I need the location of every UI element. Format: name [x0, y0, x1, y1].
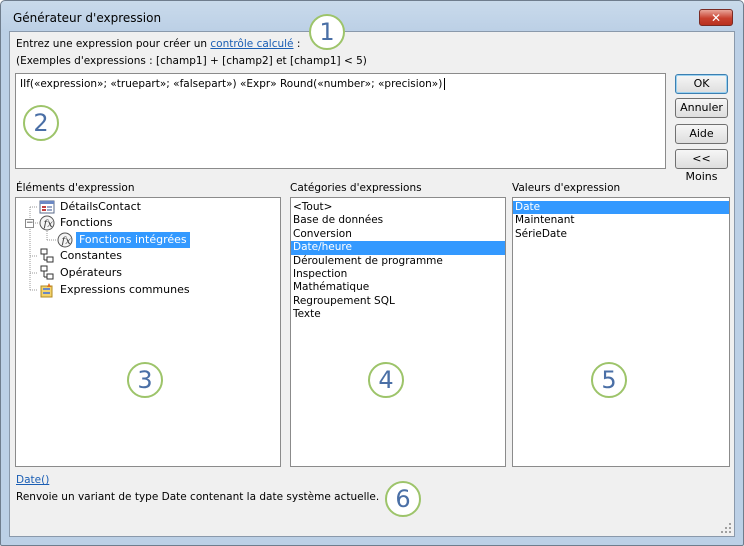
text-cursor — [444, 78, 446, 90]
calculated-control-link[interactable]: contrôle calculé — [210, 38, 293, 50]
intro-text: Entrez une expression pour créer un cont… — [16, 38, 300, 50]
list-item[interactable]: Inspection — [291, 268, 505, 281]
collapse-toggle-icon[interactable]: − — [25, 219, 34, 228]
tree-item-label: Expressions communes — [60, 283, 190, 296]
callout-1: 1 — [309, 14, 345, 50]
list-item[interactable]: Conversion — [291, 228, 505, 241]
resize-grip-icon[interactable] — [721, 523, 731, 533]
list-item-selected[interactable]: Date/heure — [291, 241, 505, 255]
tree-item-constants[interactable]: Constantes — [16, 248, 276, 264]
tree-item-common-expressions[interactable]: Expressions communes — [16, 282, 276, 298]
tree-item-label-selected: Fonctions intégrées — [76, 232, 190, 248]
list-item[interactable]: Déroulement de programme — [291, 255, 505, 268]
list-item[interactable]: <Tout> — [291, 201, 505, 214]
operators-icon — [39, 265, 55, 281]
ok-button[interactable]: OK — [675, 74, 728, 94]
tree-item-contact-details[interactable]: DétailsContact — [16, 199, 276, 215]
list-item-selected[interactable]: Date — [513, 201, 729, 215]
tree-item-label: Opérateurs — [60, 266, 122, 279]
function-description: Renvoie un variant de type Date contenan… — [16, 491, 380, 503]
title-bar[interactable]: Générateur d'expression ✕ — [1, 1, 743, 31]
expression-values-list[interactable]: Date Maintenant SérieDate — [512, 197, 730, 467]
callout-2: 2 — [23, 105, 59, 141]
expression-categories-list[interactable]: <Tout> Base de données Conversion Date/h… — [290, 197, 506, 467]
examples-text: (Exemples d'expressions : [champ1] + [ch… — [16, 55, 367, 67]
callout-5: 5 — [591, 362, 627, 398]
intro-suffix: : — [293, 38, 301, 50]
intro-label: Entrez une expression pour créer un — [16, 38, 211, 50]
expression-elements-tree[interactable]: DétailsContact − fx Fonctions fx Fonctio… — [15, 197, 281, 467]
function-icon: fx — [39, 215, 55, 231]
list-item[interactable]: Base de données — [291, 214, 505, 227]
help-button[interactable]: Aide — [675, 124, 728, 144]
expression-values-label: Valeurs d'expression — [512, 182, 621, 194]
expression-value: IIf(«expression»; «truepart»; «falsepart… — [20, 78, 443, 90]
function-icon: fx — [57, 232, 73, 248]
function-help-link[interactable]: Date() — [16, 474, 49, 486]
svg-text:fx: fx — [43, 219, 54, 230]
callout-6: 6 — [385, 481, 421, 517]
less-button[interactable]: << Moins — [675, 149, 728, 183]
constants-icon — [39, 248, 55, 264]
list-item[interactable]: Texte — [291, 308, 505, 321]
window-title: Générateur d'expression — [13, 11, 162, 25]
expression-builder-window: Générateur d'expression ✕ Entrez une exp… — [0, 0, 744, 546]
list-item[interactable]: Mathématique — [291, 281, 505, 294]
svg-text:fx: fx — [61, 236, 72, 247]
cancel-button[interactable]: Annuler — [675, 98, 728, 118]
tree-item-builtin-functions[interactable]: fx Fonctions intégrées — [16, 232, 276, 248]
tree-item-operators[interactable]: Opérateurs — [16, 265, 276, 281]
close-button[interactable]: ✕ — [699, 9, 733, 26]
expression-elements-label: Éléments d'expression — [16, 182, 135, 194]
callout-4: 4 — [368, 362, 404, 398]
tree-item-functions[interactable]: − fx Fonctions — [16, 215, 276, 231]
form-icon — [39, 199, 55, 215]
list-item[interactable]: Regroupement SQL — [291, 295, 505, 308]
expression-categories-label: Catégories d'expressions — [290, 182, 422, 194]
tree-item-label: DétailsContact — [60, 200, 141, 213]
dialog-client-area: Entrez une expression pour créer un cont… — [9, 31, 735, 537]
expression-input[interactable]: IIf(«expression»; «truepart»; «falsepart… — [15, 73, 666, 169]
callout-3: 3 — [127, 362, 163, 398]
common-expressions-icon — [39, 282, 55, 298]
tree-item-label: Fonctions — [60, 216, 113, 229]
list-item[interactable]: SérieDate — [513, 228, 729, 241]
list-item[interactable]: Maintenant — [513, 214, 729, 227]
tree-item-label: Constantes — [60, 249, 122, 262]
